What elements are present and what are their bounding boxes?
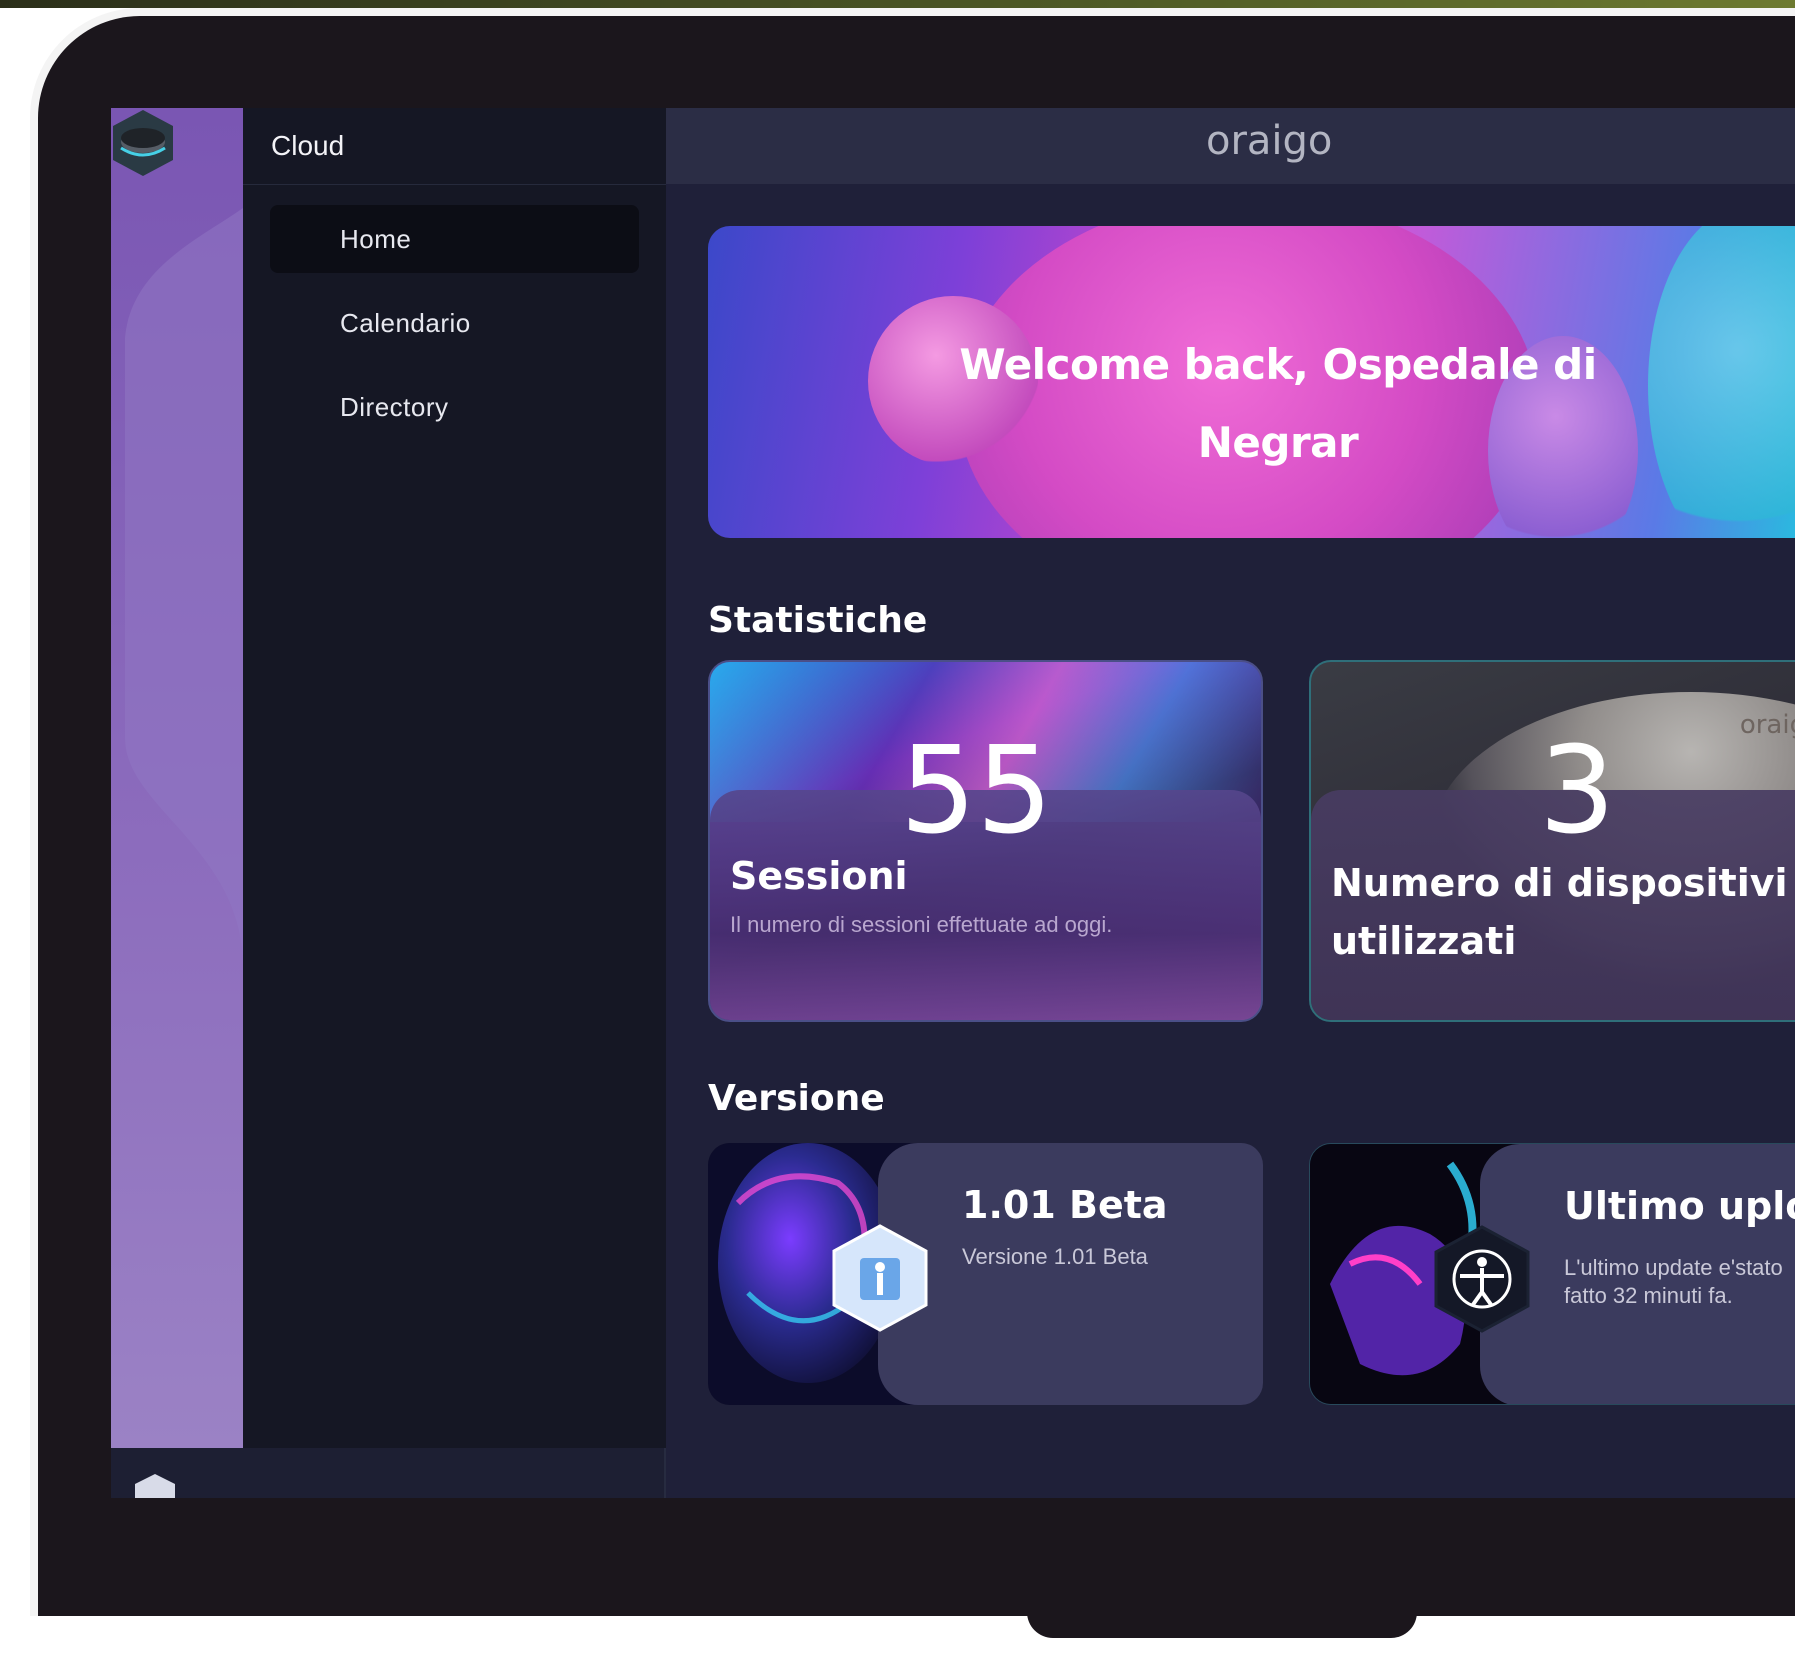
devices-label-line-2: utilizzati [1331,919,1517,963]
version-description: Versione 1.01 Beta [962,1244,1148,1269]
sessions-description: Il numero di sessioni effettuate ad oggi… [730,912,1113,937]
welcome-line-2: Negrar [1197,418,1359,467]
sidebar-footer [111,1448,666,1498]
sidebar-item-home[interactable]: Home [270,205,639,273]
sidebar-header: Cloud [243,108,666,185]
upload-description-line-1: L'ultimo update e'stato [1564,1255,1783,1280]
version-title: Versione [708,1078,885,1119]
main-content: oraigo Welcome back, Ospedale di Negrar … [666,108,1795,1498]
sidebar: Cloud Home Calendario Directory [243,108,666,1448]
welcome-banner: Welcome back, Ospedale di Negrar [708,226,1795,538]
icon-rail [111,108,243,1448]
top-header: oraigo [666,108,1795,184]
hero-figure-art-far-right [1648,226,1795,538]
statistics-title: Statistiche [708,600,928,641]
version-number: 1.01 Beta [962,1183,1168,1227]
sessions-card[interactable]: 55 Sessioni Il numero di sessioni effett… [708,660,1263,1022]
sidebar-nav: Home Calendario Directory [243,185,666,441]
app-screen: Cloud Home Calendario Directory oraigo W… [111,108,1795,1498]
cube-logo-icon[interactable] [111,108,175,178]
version-card[interactable]: 1.01 Beta Versione 1.01 Beta [708,1143,1263,1405]
devices-label-line-1: Numero di dispositivi [1331,861,1788,905]
sessions-label: Sessioni [730,854,908,898]
body-scan-icon [832,1224,928,1332]
sidebar-item-directory[interactable]: Directory [270,373,639,441]
rail-wave-decoration [125,208,243,968]
laptop-foot [1027,1598,1417,1638]
sessions-count: 55 [900,722,1053,861]
last-upload-card[interactable]: Ultimo uplo L'ultimo update e'stato fatt… [1309,1143,1795,1405]
upload-title: Ultimo uplo [1564,1184,1795,1228]
devices-count: 3 [1539,722,1616,861]
top-strip [0,0,1795,8]
vitruvian-man-icon [1434,1225,1530,1333]
welcome-line-1: Welcome back, Ospedale di [959,340,1597,389]
version-panel: 1.01 Beta Versione 1.01 Beta [878,1143,1263,1405]
headset-brand: oraigo [1739,710,1795,740]
sidebar-item-calendario[interactable]: Calendario [270,289,639,357]
welcome-heading: Welcome back, Ospedale di Negrar [948,326,1608,482]
devices-card[interactable]: oraigo 3 Numero di dispositivi utilizzat… [1309,660,1795,1022]
upload-description: L'ultimo update e'stato fatto 32 minuti … [1564,1254,1795,1310]
devices-label: Numero di dispositivi utilizzati [1331,854,1788,970]
mini-logo-icon [135,1474,175,1498]
brand-text: oraigo [1206,118,1332,164]
sidebar-title: Cloud [271,130,345,161]
oraigo-logo[interactable]: oraigo [1206,116,1376,176]
upload-description-line-2: fatto 32 minuti fa. [1564,1283,1733,1308]
